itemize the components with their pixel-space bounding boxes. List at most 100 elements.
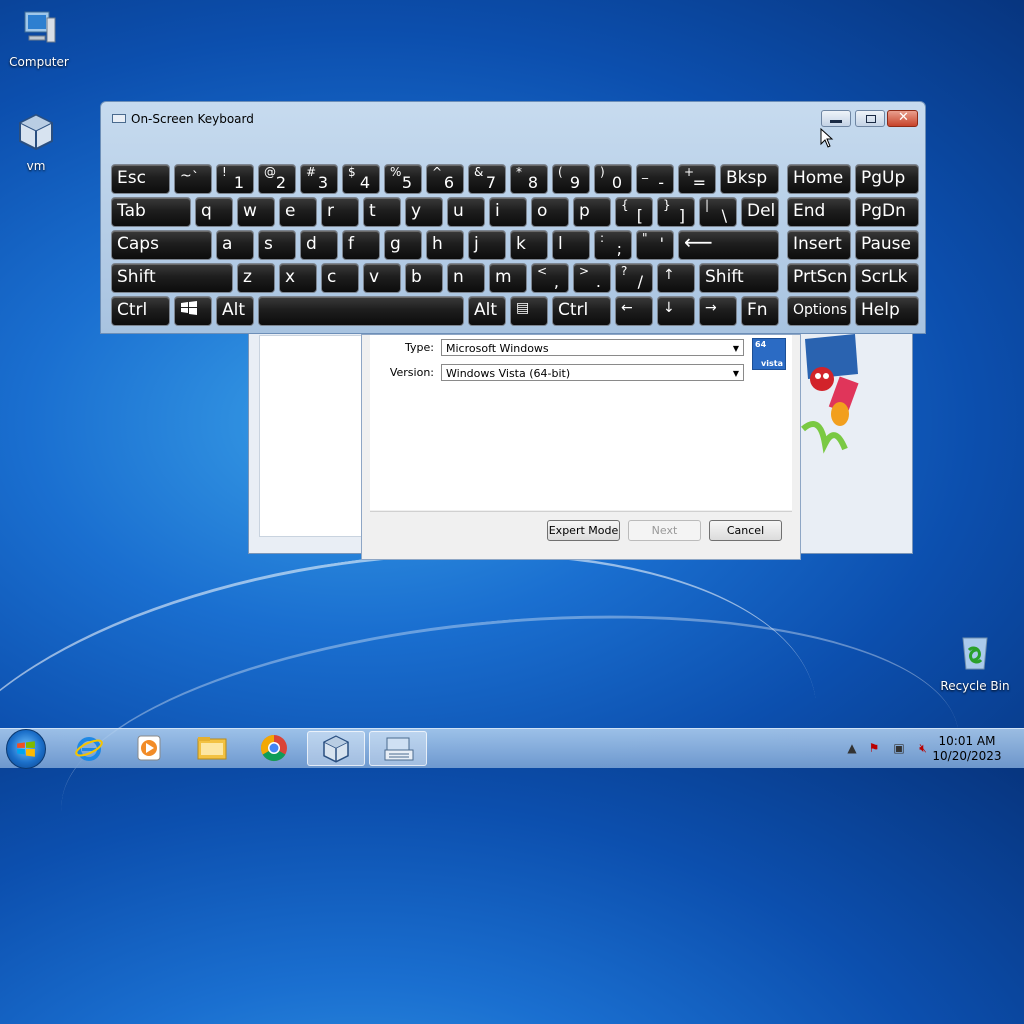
key-r[interactable]: r <box>321 197 359 227</box>
taskbar-chrome[interactable] <box>245 731 303 766</box>
key-left-shift[interactable]: Shift <box>111 263 233 293</box>
key-home[interactable]: Home <box>787 164 851 194</box>
key-enter[interactable]: ⟵ <box>678 230 779 260</box>
key-8[interactable]: * 8 <box>510 164 548 194</box>
key-5[interactable]: % 5 <box>384 164 422 194</box>
key-space[interactable] <box>258 296 464 326</box>
taskbar-explorer[interactable] <box>183 731 241 766</box>
key-c[interactable]: c <box>321 263 359 293</box>
close-button[interactable]: ✕ <box>887 110 918 127</box>
key-down-arrow[interactable]: ↓ <box>657 296 695 326</box>
key-7[interactable]: & 7 <box>468 164 506 194</box>
key-j[interactable]: j <box>468 230 506 260</box>
key-e[interactable]: e <box>279 197 317 227</box>
key-right-ctrl[interactable]: Ctrl <box>552 296 611 326</box>
key-b[interactable]: b <box>405 263 443 293</box>
key-o[interactable]: o <box>531 197 569 227</box>
key-u[interactable]: u <box>447 197 485 227</box>
key-t[interactable]: t <box>363 197 401 227</box>
key-left-arrow[interactable]: ← <box>615 296 653 326</box>
key-right-bracket[interactable]: }] <box>657 197 695 227</box>
key-period[interactable]: >. <box>573 263 611 293</box>
key-y[interactable]: y <box>405 197 443 227</box>
key-windows[interactable] <box>174 296 212 326</box>
key-w[interactable]: w <box>237 197 275 227</box>
key-h[interactable]: h <box>426 230 464 260</box>
key-slash[interactable]: ? / <box>615 263 653 293</box>
taskbar-virtualbox[interactable] <box>307 731 365 766</box>
key-comma[interactable]: <, <box>531 263 569 293</box>
key-caps[interactable]: Caps <box>111 230 212 260</box>
key-minus[interactable]: _ - <box>636 164 674 194</box>
key-semicolon[interactable]: :; <box>594 230 632 260</box>
key-options[interactable]: Options <box>787 296 851 326</box>
key-esc[interactable]: Esc <box>111 164 170 194</box>
network-icon[interactable]: ▣ <box>891 741 907 757</box>
maximize-button[interactable] <box>855 110 885 127</box>
key-left-ctrl[interactable]: Ctrl <box>111 296 170 326</box>
taskbar-internet-explorer[interactable] <box>60 731 118 766</box>
key-d[interactable]: d <box>300 230 338 260</box>
key-4[interactable]: $4 <box>342 164 380 194</box>
key-help[interactable]: Help <box>855 296 919 326</box>
expert-mode-button[interactable]: Expert Mode <box>547 520 620 541</box>
key-z[interactable]: z <box>237 263 275 293</box>
action-center-icon[interactable]: ⚑ <box>866 741 882 757</box>
key-backslash[interactable]: | \ <box>699 197 737 227</box>
key-0[interactable]: ) 0 <box>594 164 632 194</box>
key-pause[interactable]: Pause <box>855 230 919 260</box>
key-backspace[interactable]: Bksp <box>720 164 779 194</box>
key-v[interactable]: v <box>363 263 401 293</box>
key-9[interactable]: (9 <box>552 164 590 194</box>
key-end[interactable]: End <box>787 197 851 227</box>
key-p[interactable]: p <box>573 197 611 227</box>
desktop-icon-vm[interactable]: vm <box>1 112 71 173</box>
key-prtscn[interactable]: PrtScn <box>787 263 851 293</box>
key-menu[interactable]: ▤ <box>510 296 548 326</box>
key-2[interactable]: @2 <box>258 164 296 194</box>
key-backtick[interactable]: ~ ` <box>174 164 212 194</box>
key-right-arrow[interactable]: → <box>699 296 737 326</box>
key-left-alt[interactable]: Alt <box>216 296 254 326</box>
taskbar-media-player[interactable] <box>120 731 178 766</box>
next-button[interactable]: Next <box>628 520 701 541</box>
taskbar-on-screen-keyboard[interactable] <box>369 731 427 766</box>
key-equals[interactable]: + = <box>678 164 716 194</box>
key-pgdn[interactable]: PgDn <box>855 197 919 227</box>
cancel-button[interactable]: Cancel <box>709 520 782 541</box>
key-n[interactable]: n <box>447 263 485 293</box>
key-right-shift[interactable]: Shift <box>699 263 779 293</box>
type-combo[interactable]: Microsoft Windows ▼ <box>441 339 744 356</box>
key-up-arrow[interactable]: ↑ <box>657 263 695 293</box>
key-3[interactable]: #3 <box>300 164 338 194</box>
minimize-button[interactable] <box>821 110 851 127</box>
key-left-bracket[interactable]: {[ <box>615 197 653 227</box>
key-f[interactable]: f <box>342 230 380 260</box>
desktop-icon-computer[interactable]: Computer <box>4 8 74 69</box>
key-l[interactable]: l <box>552 230 590 260</box>
key-fn[interactable]: Fn <box>741 296 779 326</box>
key-q[interactable]: q <box>195 197 233 227</box>
key-g[interactable]: g <box>384 230 422 260</box>
key-s[interactable]: s <box>258 230 296 260</box>
show-hidden-icons-button[interactable]: ▲ <box>844 741 860 757</box>
start-button[interactable] <box>6 729 46 769</box>
key-scrlk[interactable]: ScrLk <box>855 263 919 293</box>
system-clock[interactable]: 10:01 AM 10/20/2023 <box>932 734 1002 764</box>
key-tab[interactable]: Tab <box>111 197 191 227</box>
volume-muted-icon[interactable]: 🔇︎ <box>915 741 931 757</box>
key-x[interactable]: x <box>279 263 317 293</box>
key-del[interactable]: Del <box>741 197 779 227</box>
key-pgup[interactable]: PgUp <box>855 164 919 194</box>
desktop-icon-recycle-bin[interactable]: Recycle Bin <box>940 632 1010 693</box>
key-m[interactable]: m <box>489 263 527 293</box>
key-right-alt[interactable]: Alt <box>468 296 506 326</box>
key-insert[interactable]: Insert <box>787 230 851 260</box>
version-combo[interactable]: Windows Vista (64-bit) ▼ <box>441 364 744 381</box>
key-a[interactable]: a <box>216 230 254 260</box>
key-i[interactable]: i <box>489 197 527 227</box>
key-quote[interactable]: " ' <box>636 230 674 260</box>
key-1[interactable]: ! 1 <box>216 164 254 194</box>
key-k[interactable]: k <box>510 230 548 260</box>
key-6[interactable]: ^ 6 <box>426 164 464 194</box>
